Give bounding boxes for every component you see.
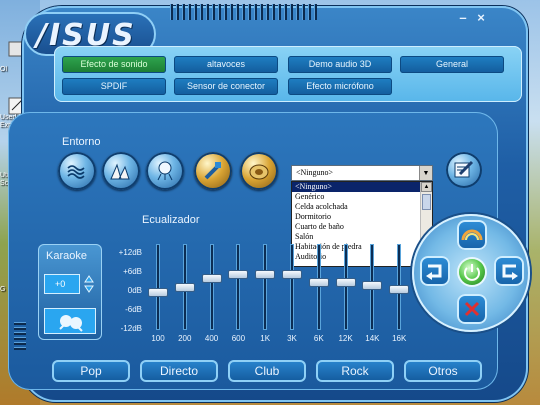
eq-frequency-label: 14K: [365, 334, 380, 343]
env-button-opera[interactable]: [102, 152, 140, 190]
tab-spdif[interactable]: SPDIF: [62, 78, 166, 95]
eq-slider-thumb[interactable]: [174, 283, 195, 292]
wheel-up-button[interactable]: [457, 220, 487, 250]
dropdown-arrow-icon[interactable]: ▼: [419, 166, 432, 180]
opera-house-icon: [110, 163, 130, 180]
edit-environment-icon: [454, 160, 474, 178]
loop-arrow-icon: [426, 264, 442, 280]
environment-select[interactable]: <Ninguno> ▼: [291, 165, 433, 181]
eq-slider-thumb[interactable]: [255, 270, 276, 280]
eq-slider-thumb[interactable]: [148, 288, 168, 298]
power-button[interactable]: [459, 259, 485, 285]
tab-speakers[interactable]: altavoces: [174, 56, 278, 73]
environment-option[interactable]: Salón: [292, 232, 420, 242]
title-grip[interactable]: [170, 4, 317, 20]
eq-slider-track[interactable]: [316, 244, 321, 330]
underwater-icon: [157, 161, 173, 181]
wheel-right-button[interactable]: [494, 256, 524, 286]
tab-general[interactable]: General: [400, 56, 504, 73]
eq-slider-track[interactable]: [209, 244, 214, 330]
karaoke-key-value[interactable]: +0: [44, 274, 80, 294]
eq-frequency-label: 200: [178, 334, 192, 343]
eq-slider-thumb[interactable]: [228, 270, 249, 280]
wheel-left-button[interactable]: [420, 256, 450, 286]
eq-frequency-label: 400: [204, 334, 219, 343]
side-grip[interactable]: [14, 322, 26, 350]
db-label: -6dB: [125, 305, 142, 314]
arena-icon: [249, 164, 269, 180]
preset-rock-button[interactable]: Rock: [316, 360, 394, 382]
preset-club-button[interactable]: Club: [228, 360, 306, 382]
eq-slider-thumb[interactable]: [335, 277, 356, 287]
tab-3d-demo[interactable]: Demo audio 3D: [288, 56, 392, 73]
singers-icon: [59, 315, 83, 332]
db-label: +6dB: [123, 267, 142, 276]
environment-option[interactable]: Cuarto de baño: [292, 222, 420, 232]
power-icon: [464, 264, 480, 281]
equalizer-title: Ecualizador: [142, 214, 200, 226]
eq-frequency-label: 1K: [260, 334, 271, 343]
environment-dropdown-list: <Ninguno> Genérico Celda acolchada Dormi…: [291, 181, 433, 267]
preset-live-button[interactable]: Directo: [140, 360, 218, 382]
environment-title: Entorno: [62, 136, 101, 148]
env-button-pipe[interactable]: [194, 152, 232, 190]
edit-environment-button[interactable]: [446, 152, 482, 188]
eq-frequency-label: 6K: [313, 334, 324, 343]
scroll-up-icon[interactable]: ▲: [421, 182, 432, 192]
eq-slider-thumb[interactable]: [201, 274, 222, 284]
eq-slider-thumb[interactable]: [362, 281, 383, 291]
eq-slider-track[interactable]: [156, 244, 160, 330]
eq-frequency-label: 3K: [287, 334, 297, 343]
eq-slider-thumb[interactable]: [308, 277, 329, 287]
eq-slider-track[interactable]: [290, 244, 294, 330]
environment-selected-value: <Ninguno>: [296, 168, 334, 177]
rainbow-icon: [461, 229, 483, 241]
env-button-arena[interactable]: [240, 152, 278, 190]
environment-option[interactable]: Genérico: [292, 192, 420, 202]
eq-slider-track[interactable]: [236, 244, 241, 330]
eq-slider-thumb[interactable]: [389, 284, 410, 294]
eq-frequency-label: 12K: [338, 334, 353, 343]
eq-slider-track[interactable]: [263, 244, 268, 330]
karaoke-key-stepper[interactable]: [82, 274, 96, 294]
pipe-icon: [204, 162, 221, 180]
preset-others-button[interactable]: Otros: [404, 360, 482, 382]
tab-mic-effect[interactable]: Efecto micrófono: [288, 78, 392, 95]
env-button-underwater[interactable]: [146, 152, 184, 190]
tab-jack-sensing[interactable]: Sensor de conector: [174, 78, 278, 95]
eq-frequency-label: 100: [151, 334, 165, 343]
eq-slider-thumb[interactable]: [282, 270, 302, 280]
up-down-arrows-icon: [84, 275, 94, 293]
vocal-cancel-button[interactable]: [44, 308, 96, 334]
eq-slider-track[interactable]: [343, 244, 348, 330]
scroll-thumb[interactable]: [422, 194, 431, 210]
karaoke-title: Karaoke: [46, 250, 87, 262]
environment-option[interactable]: Dormitorio: [292, 212, 420, 222]
environment-option[interactable]: Celda acolchada: [292, 202, 420, 212]
db-label: -12dB: [120, 324, 142, 333]
db-label: 0dB: [127, 286, 142, 295]
loop-arrow-icon: [502, 264, 518, 280]
environment-option[interactable]: <Ninguno>: [292, 182, 420, 192]
wheel-down-button[interactable]: [457, 294, 487, 324]
preset-pop-button[interactable]: Pop: [52, 360, 130, 382]
db-label: +12dB: [118, 248, 142, 257]
env-button-water[interactable]: [58, 152, 96, 190]
eq-frequency-label: 600: [231, 334, 246, 343]
water-icon: [67, 165, 85, 179]
reset-x-icon: [464, 301, 480, 317]
eq-frequency-label: 16K: [392, 334, 407, 343]
tab-sound-effect[interactable]: Efecto de sonido: [62, 56, 166, 73]
minimize-button[interactable]: –: [456, 11, 470, 24]
close-button[interactable]: ×: [474, 11, 488, 24]
